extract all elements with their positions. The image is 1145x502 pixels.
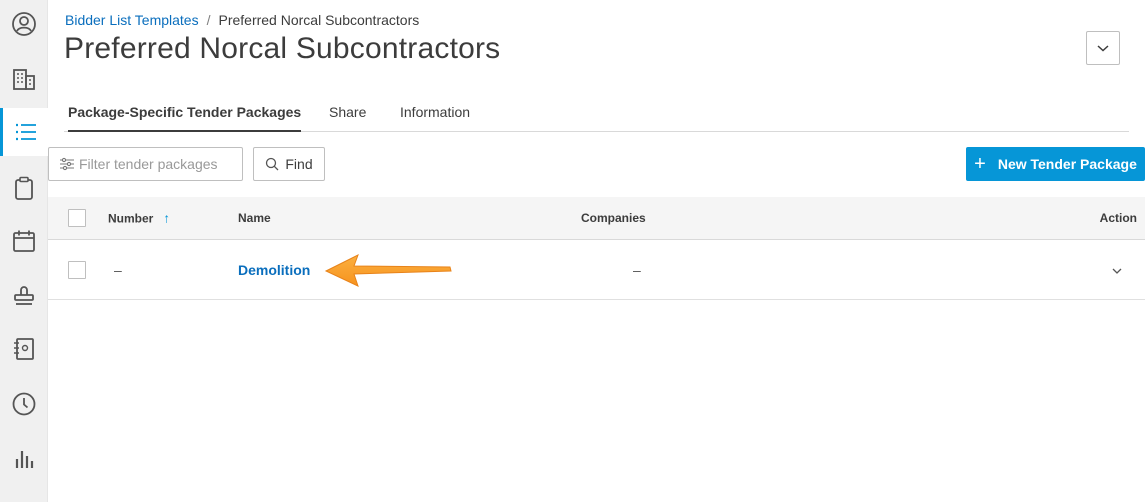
calendar-icon <box>13 230 35 252</box>
find-button-label: Find <box>285 156 313 172</box>
user-icon <box>12 12 36 36</box>
breadcrumb-current: Preferred Norcal Subcontractors <box>218 12 420 28</box>
nav-item-history[interactable] <box>0 380 48 428</box>
left-nav-rail <box>0 0 48 502</box>
more-options-dropdown-button[interactable] <box>1086 31 1120 65</box>
filter-input[interactable] <box>79 156 239 172</box>
annotation-arrow <box>324 253 452 287</box>
clipboard-icon <box>15 176 33 200</box>
tab-bar: Package-Specific Tender Packages Share I… <box>64 104 1129 132</box>
bar-chart-icon <box>15 451 34 468</box>
filter-icon <box>60 157 74 171</box>
table-header: Number ↑ Name Companies Action <box>48 197 1145 240</box>
clock-icon <box>12 392 36 416</box>
stamp-icon <box>14 286 34 305</box>
building-icon <box>13 69 35 90</box>
tender-packages-table: Number ↑ Name Companies Action – Demolit… <box>48 197 1145 300</box>
column-number-header[interactable]: Number ↑ <box>108 211 170 226</box>
nav-item-reports[interactable] <box>0 435 48 483</box>
column-number-label: Number <box>108 211 154 225</box>
chevron-down-icon <box>1112 268 1122 274</box>
breadcrumb: Bidder List Templates / Preferred Norcal… <box>65 12 419 28</box>
row-checkbox[interactable] <box>68 260 86 279</box>
row-companies: – <box>633 261 641 278</box>
tab-information[interactable]: Information <box>400 104 470 132</box>
row-action-dropdown[interactable] <box>1111 262 1123 278</box>
page-title: Preferred Norcal Subcontractors <box>64 32 501 65</box>
column-companies-header[interactable]: Companies <box>581 211 646 225</box>
tab-package-specific-tender-packages[interactable]: Package-Specific Tender Packages <box>68 104 302 132</box>
tab-share[interactable]: Share <box>329 104 366 132</box>
column-action-header: Action <box>1099 211 1137 225</box>
toolbar: Find + New Tender Package <box>48 147 1145 181</box>
row-number: – <box>114 261 122 278</box>
nav-item-approvals[interactable] <box>0 271 48 319</box>
search-icon <box>266 157 279 171</box>
nav-item-account[interactable] <box>0 0 48 48</box>
chevron-down-icon <box>1097 45 1109 52</box>
table-row: – Demolition – <box>48 240 1145 300</box>
nav-item-bidder-lists[interactable] <box>0 108 48 156</box>
filter-field[interactable] <box>48 147 243 181</box>
breadcrumb-separator: / <box>206 12 211 28</box>
list-icon <box>15 123 36 141</box>
new-tender-package-label: New Tender Package <box>997 156 1137 172</box>
nav-item-schedule[interactable] <box>0 217 48 265</box>
sort-ascending-icon: ↑ <box>163 210 170 226</box>
nav-item-projects[interactable] <box>0 55 48 103</box>
main-content: Bidder List Templates / Preferred Norcal… <box>48 0 1145 502</box>
plus-icon: + <box>974 153 986 175</box>
column-name-header[interactable]: Name <box>238 211 271 225</box>
select-all-checkbox[interactable] <box>68 209 86 227</box>
find-button[interactable]: Find <box>253 147 325 181</box>
breadcrumb-bidder-list-templates[interactable]: Bidder List Templates <box>65 12 199 28</box>
notebook-icon <box>14 338 34 360</box>
nav-item-clipboard[interactable] <box>0 164 48 212</box>
row-name-link[interactable]: Demolition <box>238 262 310 278</box>
nav-item-directory[interactable] <box>0 325 48 373</box>
new-tender-package-button[interactable]: + New Tender Package <box>966 147 1145 181</box>
